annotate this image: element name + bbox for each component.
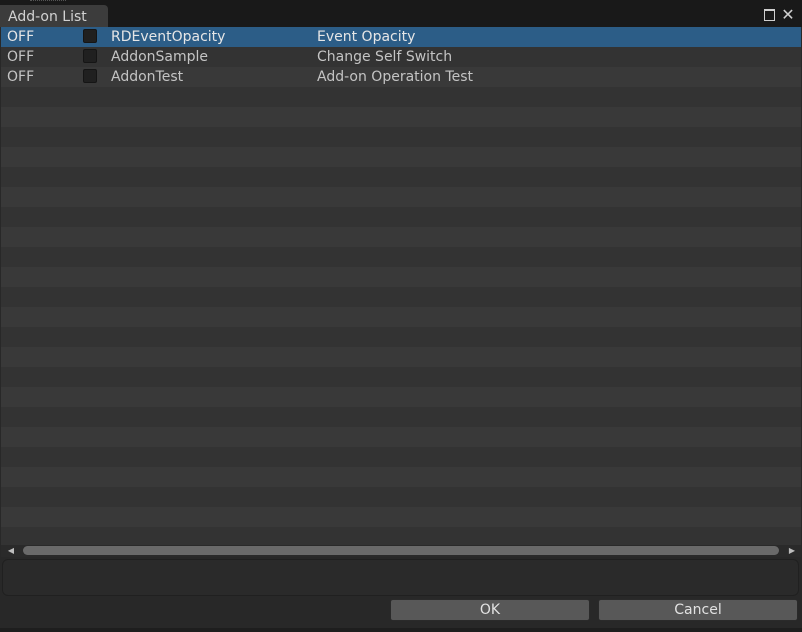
empty-row [1, 367, 801, 387]
addon-row[interactable]: OFF RDEventOpacity Event Opacity [1, 27, 801, 47]
addon-name: AddonTest [111, 69, 184, 85]
maximize-button[interactable] [761, 7, 777, 23]
close-button[interactable]: ✕ [780, 7, 796, 23]
addon-list[interactable]: OFF RDEventOpacity Event Opacity OFF AddonSa… [1, 27, 801, 545]
empty-row [1, 247, 801, 267]
addon-enable-checkbox[interactable] [83, 29, 97, 43]
empty-row [1, 207, 801, 227]
addon-description: Change Self Switch [317, 49, 453, 65]
empty-row [1, 147, 801, 167]
addon-name: AddonSample [111, 49, 209, 65]
empty-row [1, 307, 801, 327]
addon-name: RDEventOpacity [111, 29, 226, 45]
addon-list-window: Add-on List ✕ OFF RDEventOpacity Event Opa… [0, 0, 802, 632]
empty-row [1, 167, 801, 187]
empty-row [1, 127, 801, 147]
scrollbar-thumb[interactable] [23, 546, 779, 555]
addon-state: OFF [7, 49, 35, 65]
empty-row [1, 447, 801, 467]
cancel-button[interactable]: Cancel [598, 599, 798, 621]
empty-row [1, 87, 801, 107]
maximize-icon [763, 9, 775, 21]
addon-description: Event Opacity [317, 29, 416, 45]
empty-row [1, 407, 801, 427]
empty-row [1, 267, 801, 287]
scroll-right-icon[interactable]: ▶ [786, 545, 798, 557]
description-box [2, 559, 799, 596]
empty-row [1, 487, 801, 507]
addon-row[interactable]: OFF AddonSample Change Self Switch [1, 47, 801, 67]
scroll-left-icon[interactable]: ◀ [5, 545, 17, 557]
bottom-strip [0, 628, 802, 632]
empty-row [1, 507, 801, 527]
addon-state: OFF [7, 29, 35, 45]
empty-row [1, 347, 801, 367]
addon-enable-checkbox[interactable] [83, 49, 97, 63]
empty-row [1, 187, 801, 207]
addon-description: Add-on Operation Test [317, 69, 473, 85]
empty-row [1, 527, 801, 545]
empty-row [1, 467, 801, 487]
window-title-tab[interactable]: Add-on List [0, 5, 108, 27]
horizontal-scrollbar[interactable]: ◀ ▶ [1, 545, 801, 557]
close-icon: ✕ [781, 5, 795, 24]
ok-button[interactable]: OK [390, 599, 590, 621]
empty-row [1, 107, 801, 127]
empty-row [1, 287, 801, 307]
empty-row [1, 327, 801, 347]
empty-row [1, 387, 801, 407]
empty-row [1, 227, 801, 247]
empty-row [1, 427, 801, 447]
addon-enable-checkbox[interactable] [83, 69, 97, 83]
title-bar: Add-on List ✕ [0, 0, 802, 27]
window-title: Add-on List [8, 9, 87, 25]
addon-state: OFF [7, 69, 35, 85]
addon-row[interactable]: OFF AddonTest Add-on Operation Test [1, 67, 801, 87]
